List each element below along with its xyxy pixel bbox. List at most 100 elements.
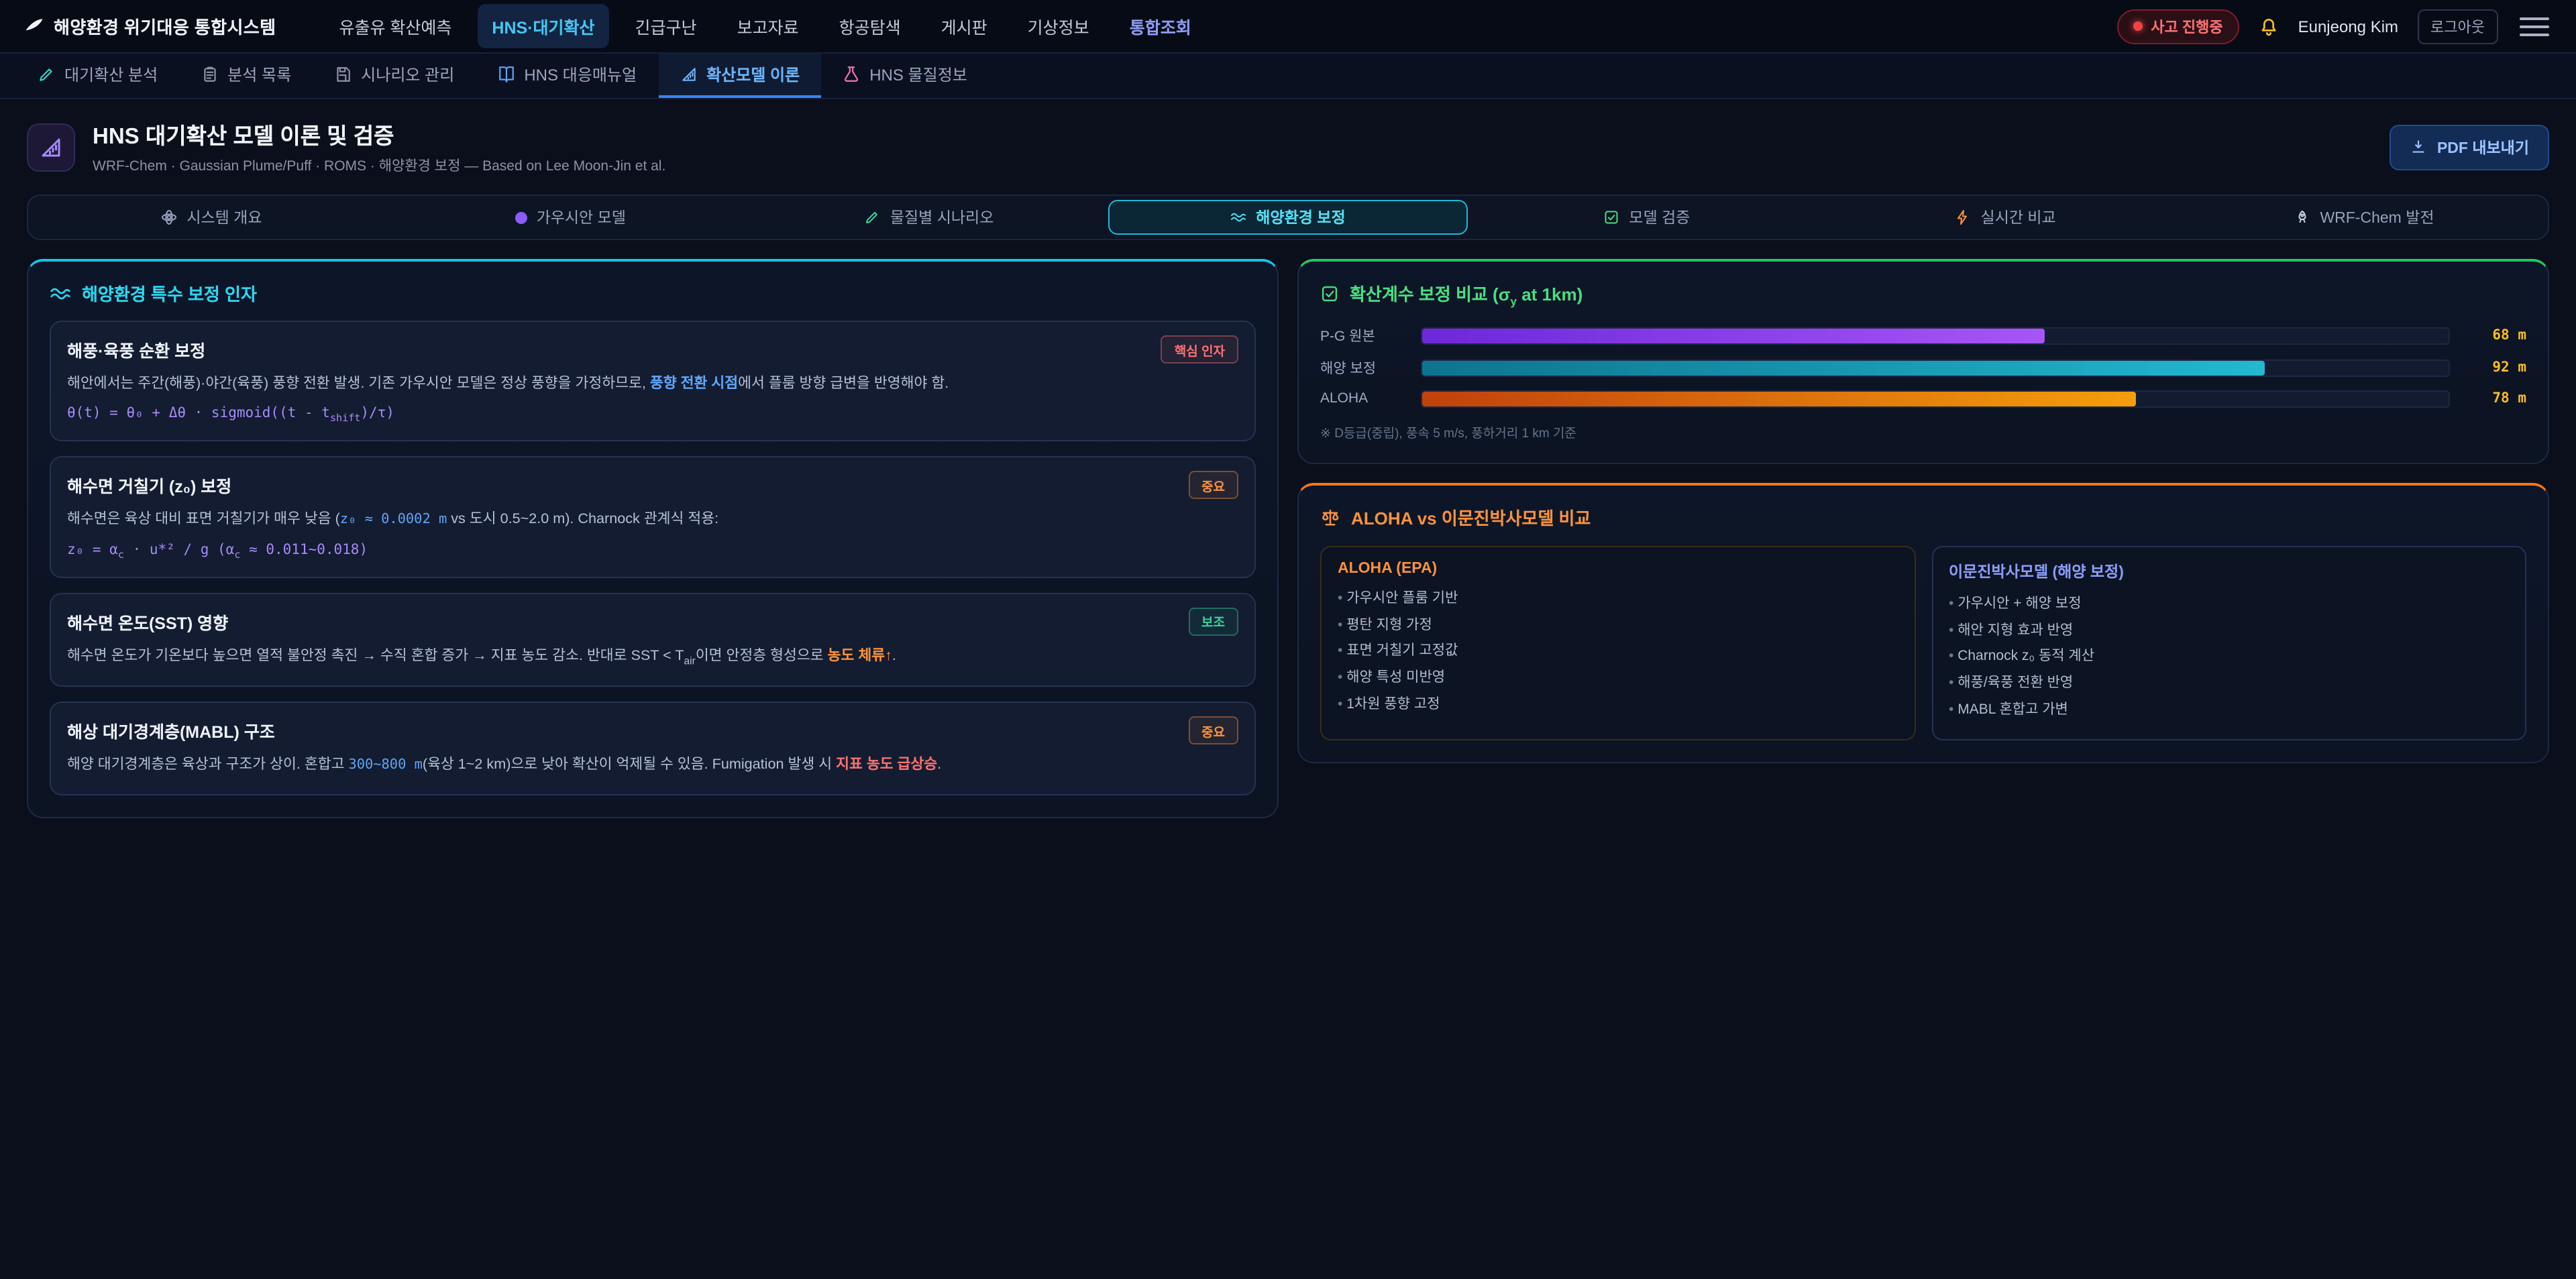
- app-root: 해양환경 위기대응 통합시스템 유출유 확산예측HNS·대기확산 긴급구난보고자료…: [0, 0, 2576, 1279]
- subtab-flask[interactable]: HNS 물질정보: [821, 54, 989, 98]
- bar-label: ALOHA: [1320, 390, 1406, 406]
- comparison-panel-header: ALOHA vs 이문진박사모델 비교: [1320, 504, 2526, 529]
- rocket-icon: [2294, 209, 2310, 225]
- factor-badge: 핵심 인자: [1161, 335, 1238, 364]
- wing-logo-icon: [24, 16, 44, 36]
- factor-body: 해양 대기경계층은 육상과 구조가 상이. 혼합고 300~800 m(육상 1…: [67, 755, 1238, 778]
- subtab-book[interactable]: HNS 대응매뉴얼: [476, 54, 658, 98]
- section-tab-label: 시스템 개요: [186, 207, 262, 228]
- main-content: 해양환경 특수 보정 인자 해풍·육풍 순환 보정핵심 인자해안에서는 주간(해…: [0, 240, 2576, 836]
- logout-button[interactable]: 로그아웃: [2417, 9, 2498, 44]
- subtab-save[interactable]: 시나리오 관리: [313, 54, 476, 98]
- user-name: Eunjeong Kim: [2298, 17, 2398, 36]
- bar-value: 68 m: [2465, 327, 2526, 343]
- moonjin-model-box: 이문진박사모델 (해양 보정) 가우시안 + 해양 보정해안 지형 효과 반영C…: [1931, 545, 2526, 740]
- incident-status-badge[interactable]: 사고 진행중: [2117, 9, 2239, 44]
- aloha-box-title: ALOHA (EPA): [1338, 560, 1898, 576]
- menu-icon[interactable]: [2517, 13, 2552, 40]
- download-icon: [2410, 138, 2428, 156]
- nav-item[interactable]: HNS·대기확산: [477, 4, 609, 48]
- nav-item[interactable]: 항공탐색: [824, 4, 916, 48]
- feature-item: 1차원 풍향 고정: [1338, 693, 1898, 720]
- feature-item: 가우시안 + 해양 보정: [1949, 591, 2509, 618]
- factor-card-list: 해풍·육풍 순환 보정 핵심 인자해안에서는 주간(해풍)·야간(육풍) 풍향 전…: [50, 321, 1256, 795]
- bar-row: P-G 원본 68 m: [1320, 325, 2526, 345]
- bell-icon[interactable]: [2258, 15, 2279, 37]
- nav-item[interactable]: 게시판: [926, 4, 1002, 48]
- main-nav: 유출유 확산예측HNS·대기확산 긴급구난보고자료항공탐색게시판기상정보통합조회: [324, 4, 1205, 48]
- page-header-iconbox: [27, 123, 75, 171]
- moonjin-box-title: 이문진박사모델 (해양 보정): [1949, 560, 2509, 581]
- pencil-icon: [865, 209, 881, 225]
- feature-item: 해안 지형 효과 반영: [1949, 618, 2509, 645]
- ruler-icon: [680, 66, 697, 83]
- feature-item: 가우시안 플룸 기반: [1338, 586, 1898, 612]
- ruler-icon: [39, 135, 63, 159]
- nav-item[interactable]: 통합조회: [1115, 4, 1206, 48]
- factor-title: 해풍·육풍 순환 보정: [67, 337, 205, 362]
- feature-item: 해풍/육풍 전환 반영: [1949, 671, 2509, 698]
- section-tab-label: 모델 검증: [1629, 207, 1690, 228]
- factor-badge: 중요: [1188, 471, 1238, 500]
- page-title: HNS 대기확산 모델 이론 및 검증: [93, 118, 665, 150]
- section-tab-bar: 시스템 개요 가우시안 모델 물질별 시나리오 해양환경 보정 모델 검증 실시간 비교 W…: [27, 194, 2549, 240]
- ocean-correction-panel: 해양환경 특수 보정 인자 해풍·육풍 순환 보정핵심 인자해안에서는 주간(해…: [27, 259, 1279, 818]
- chart-note: ※ D등급(중립), 풍속 5 m/s, 풍하거리 1 km 기준: [1320, 422, 2526, 441]
- feature-item: 표면 거칠기 고정값: [1338, 639, 1898, 666]
- section-tab[interactable]: 해양환경 보정: [1109, 200, 1468, 235]
- section-tab-label: 가우시안 모델: [537, 207, 626, 228]
- section-tab-label: 실시간 비교: [1981, 207, 2056, 228]
- aloha-box: ALOHA (EPA) 가우시안 플룸 기반평탄 지형 가정표면 거칠기 고정값…: [1320, 545, 1915, 740]
- factor-card: 해풍·육풍 순환 보정 핵심 인자해안에서는 주간(해풍)·야간(육풍) 풍향 전…: [50, 321, 1256, 442]
- section-tab[interactable]: 실시간 비교: [1826, 200, 2185, 235]
- section-tab[interactable]: WRF-Chem 발전: [2185, 200, 2544, 235]
- system-icon: [161, 209, 177, 225]
- section-tab-label: WRF-Chem 발전: [2320, 207, 2434, 228]
- feature-item: Charnock z₀ 동적 계산: [1949, 645, 2509, 671]
- factor-title: 해수면 거칠기 (z₀) 보정: [67, 473, 231, 498]
- factor-body: 해수면은 육상 대비 표면 거칠기가 매우 낮음 (z₀ ≈ 0.0002 m …: [67, 509, 1238, 533]
- bar-row: 해양 보정92 m: [1320, 357, 2526, 378]
- section-tab-label: 해양환경 보정: [1256, 207, 1345, 228]
- bar-fill: [1422, 328, 2045, 343]
- subtab-label: HNS 대응매뉴얼: [524, 63, 637, 86]
- chart-panel-header: 확산계수 보정 비교 (σy at 1km): [1320, 280, 2526, 308]
- nav-item[interactable]: 기상정보: [1013, 4, 1104, 48]
- bar-label: P-G 원본: [1320, 325, 1406, 345]
- model-comparison-panel: ALOHA vs 이문진박사모델 비교 ALOHA (EPA) 가우시안 플룸 …: [1297, 482, 2549, 763]
- comparison-title: ALOHA vs 이문진박사모델 비교: [1351, 504, 1591, 529]
- subtab-label: 대기확산 분석: [64, 63, 158, 86]
- book-icon: [497, 66, 515, 83]
- factor-card: 해수면 온도(SST) 영향보조해수면 온도가 기온보다 높으면 열적 불안정 …: [50, 593, 1256, 687]
- nav-item[interactable]: 유출유 확산예측: [324, 4, 466, 48]
- section-tab[interactable]: 시스템 개요: [32, 200, 391, 235]
- subtab-ruler[interactable]: 확산모델 이론: [658, 54, 821, 98]
- factor-body: 해안에서는 주간(해풍)·야간(육풍) 풍향 전환 발생. 기존 가우시안 모델…: [67, 373, 1238, 396]
- subtab-pencil[interactable]: 대기확산 분석: [16, 54, 179, 98]
- bar-chart: P-G 원본 68 m 해양 보정92 m ALOHA78 m: [1320, 325, 2526, 407]
- factor-formula: z₀ = αc · u*² / g (αc ≈ 0.011~0.018): [67, 541, 1238, 560]
- factor-body: 해수면 온도가 기온보다 높으면 열적 불안정 촉진 → 수직 혼합 증가 → …: [67, 645, 1238, 670]
- factor-badge: 중요: [1188, 717, 1238, 745]
- subtab-label: HNS 물질정보: [869, 63, 967, 86]
- nav-item[interactable]: 긴급구난: [621, 4, 712, 48]
- subtab-clipboard[interactable]: 분석 목록: [179, 54, 313, 98]
- factor-card: 해상 대기경계층(MABL) 구조중요해양 대기경계층은 육상과 구조가 상이.…: [50, 702, 1256, 795]
- feature-item: 해양 특성 미반영: [1338, 666, 1898, 693]
- section-tab[interactable]: 모델 검증: [1467, 200, 1826, 235]
- app-logo[interactable]: 해양환경 위기대응 통합시스템: [24, 13, 276, 39]
- pdf-export-button[interactable]: PDF 내보내기: [2390, 124, 2549, 170]
- bar-fill: [1422, 360, 2265, 375]
- section-tab[interactable]: 가우시안 모델: [391, 200, 750, 235]
- bar-track: [1421, 327, 2450, 344]
- nav-item[interactable]: 보고자료: [722, 4, 814, 48]
- factor-badge: 보조: [1188, 608, 1238, 636]
- wave-icon: [50, 282, 71, 304]
- feature-item: 평탄 지형 가정: [1338, 612, 1898, 639]
- flask-icon: [843, 66, 860, 83]
- bar-row: ALOHA78 m: [1320, 390, 2526, 407]
- section-tab[interactable]: 물질별 시나리오: [750, 200, 1109, 235]
- comparison-grid: ALOHA (EPA) 가우시안 플룸 기반평탄 지형 가정표면 거칠기 고정값…: [1320, 545, 2526, 740]
- page-header: HNS 대기확산 모델 이론 및 검증 WRF-Chem · Gaussian …: [0, 99, 2576, 189]
- balance-scale-icon: [1320, 506, 1340, 526]
